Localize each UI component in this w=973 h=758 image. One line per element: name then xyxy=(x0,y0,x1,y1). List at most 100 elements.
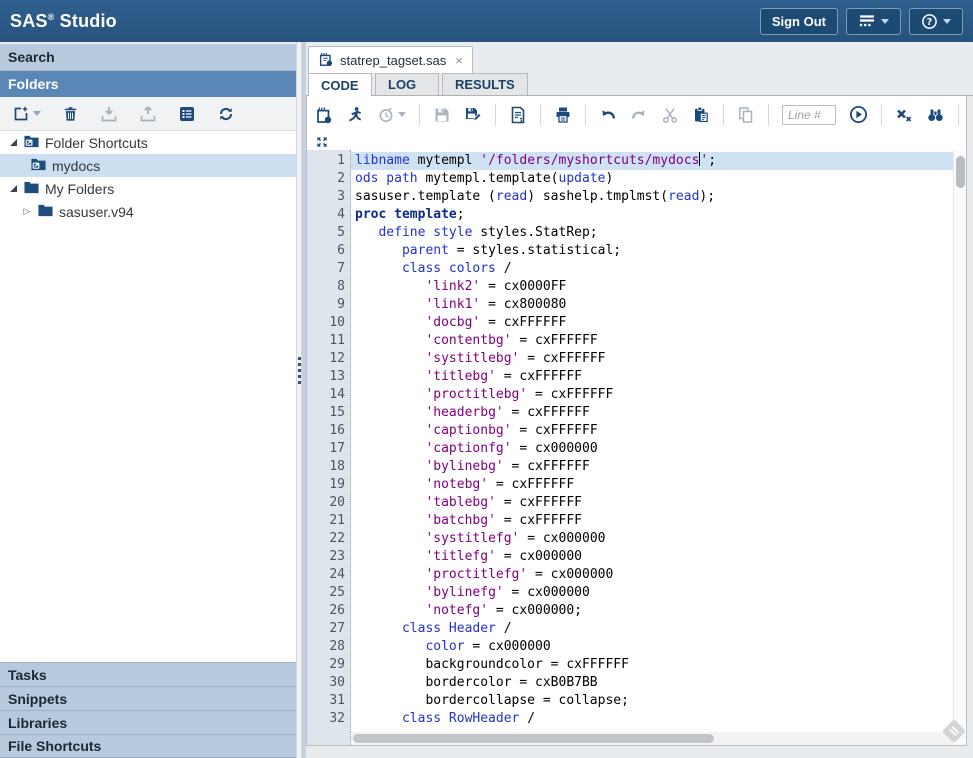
maximize-view-button[interactable] xyxy=(316,136,328,148)
code-line-8[interactable]: 'link2' = cx0000FF xyxy=(351,278,953,296)
print-button[interactable] xyxy=(554,106,572,124)
section-search[interactable]: Search xyxy=(0,44,296,71)
code-line-22[interactable]: 'systitlefg' = cx000000 xyxy=(351,530,953,548)
document-tab[interactable]: statrep_tagset.sas × xyxy=(308,46,473,73)
line-number: 24 xyxy=(307,566,345,584)
expanded-caret-icon[interactable] xyxy=(8,185,18,192)
code-line-18[interactable]: 'bylinebg' = cxFFFFFF xyxy=(351,458,953,476)
code-line-2[interactable]: ods path mytempl.template(update) xyxy=(351,170,953,188)
upload-button[interactable] xyxy=(139,105,157,123)
run-button[interactable] xyxy=(346,106,364,124)
sign-out-label: Sign Out xyxy=(772,14,826,29)
close-tab-icon[interactable]: × xyxy=(455,53,463,68)
code-line-6[interactable]: parent = styles.statistical; xyxy=(351,242,953,260)
download-button[interactable] xyxy=(100,105,118,123)
cut-button[interactable] xyxy=(661,106,679,124)
code-lines[interactable]: libname mytempl '/folders/myshortcuts/my… xyxy=(351,150,953,732)
line-number: 1 xyxy=(307,152,345,170)
tree-item-mydocs[interactable]: mydocs xyxy=(0,154,296,177)
code-line-11[interactable]: 'contentbg' = cxFFFFFF xyxy=(351,332,953,350)
code-line-9[interactable]: 'link1' = cx800080 xyxy=(351,296,953,314)
code-line-30[interactable]: bordercolor = cxB0B7BB xyxy=(351,674,953,692)
code-line-13[interactable]: 'titlebg' = cxFFFFFF xyxy=(351,368,953,386)
section-tasks[interactable]: Tasks xyxy=(0,662,296,686)
code-line-25[interactable]: 'bylinefg' = cx000000 xyxy=(351,584,953,602)
sas-studio-window: SAS® Studio Sign Out ? Search xyxy=(0,0,973,758)
code-line-3[interactable]: sasuser.template (read) sashelp.tmplmst(… xyxy=(351,188,953,206)
code-line-17[interactable]: 'captionfg' = cx000000 xyxy=(351,440,953,458)
vertical-scrollbar[interactable] xyxy=(953,150,966,732)
new-program-button[interactable] xyxy=(315,106,333,124)
toolbar-separator xyxy=(768,104,769,126)
line-number: 8 xyxy=(307,278,345,296)
line-number: 5 xyxy=(307,224,345,242)
code-line-24[interactable]: 'proctitlefg' = cx000000 xyxy=(351,566,953,584)
section-folders[interactable]: Folders xyxy=(0,71,296,97)
code-line-32[interactable]: class RowHeader / xyxy=(351,710,953,728)
code-line-10[interactable]: 'docbg' = cxFFFFFF xyxy=(351,314,953,332)
collapsed-caret-icon[interactable]: ▷ xyxy=(22,207,32,216)
horizontal-scrollbar-thumb[interactable] xyxy=(353,734,714,743)
save-as-button[interactable] xyxy=(464,106,482,124)
code-line-4[interactable]: proc template; xyxy=(351,206,953,224)
section-libraries[interactable]: Libraries xyxy=(0,710,296,734)
find-button[interactable] xyxy=(926,106,945,124)
tree-item-my-folders[interactable]: My Folders xyxy=(0,177,296,200)
help-menu-button[interactable]: ? xyxy=(909,8,963,35)
code-line-16[interactable]: 'captionbg' = cxFFFFFF xyxy=(351,422,953,440)
code-line-21[interactable]: 'batchbg' = cxFFFFFF xyxy=(351,512,953,530)
clear-code-button[interactable] xyxy=(895,106,913,124)
program-code-button[interactable] xyxy=(509,106,527,124)
toolbar-separator xyxy=(881,104,882,126)
horizontal-scrollbar[interactable] xyxy=(351,732,953,745)
code-line-23[interactable]: 'titlefg' = cx000000 xyxy=(351,548,953,566)
code-line-19[interactable]: 'notebg' = cxFFFFFF xyxy=(351,476,953,494)
code-line-28[interactable]: color = cx000000 xyxy=(351,638,953,656)
line-number-input[interactable] xyxy=(782,105,836,125)
copy-button[interactable] xyxy=(737,106,755,124)
upload-icon xyxy=(139,105,157,123)
binoculars-icon xyxy=(926,106,945,124)
refresh-button[interactable] xyxy=(217,105,235,123)
line-number: 30 xyxy=(307,674,345,692)
code-line-15[interactable]: 'headerbg' = cxFFFFFF xyxy=(351,404,953,422)
code-editor[interactable]: 1234567891011121314151617181920212223242… xyxy=(307,150,966,732)
tab-log[interactable]: LOG xyxy=(375,73,439,95)
tab-code[interactable]: CODE xyxy=(308,73,372,96)
submission-history-button[interactable] xyxy=(377,106,406,124)
go-to-line-button[interactable] xyxy=(849,105,868,124)
code-line-20[interactable]: 'tablebg' = cxFFFFFF xyxy=(351,494,953,512)
vertical-scrollbar-thumb[interactable] xyxy=(956,156,965,188)
section-snippets[interactable]: Snippets xyxy=(0,686,296,710)
help-icon: ? xyxy=(921,13,938,30)
properties-button[interactable] xyxy=(178,105,196,123)
splitter-handle[interactable] xyxy=(296,42,302,758)
section-file-shortcuts[interactable]: File Shortcuts xyxy=(0,734,296,758)
delete-button[interactable] xyxy=(62,105,79,123)
code-line-27[interactable]: class Header / xyxy=(351,620,953,638)
code-line-1[interactable]: libname mytempl '/folders/myshortcuts/my… xyxy=(351,152,953,170)
expanded-caret-icon[interactable] xyxy=(8,139,18,146)
code-line-31[interactable]: bordercollapse = collapse; xyxy=(351,692,953,710)
resize-grip[interactable] xyxy=(937,715,971,754)
code-line-26[interactable]: 'notefg' = cx000000; xyxy=(351,602,953,620)
more-menu-button[interactable] xyxy=(846,8,901,35)
new-button[interactable] xyxy=(12,105,41,123)
code-line-5[interactable]: define style styles.StatRep; xyxy=(351,224,953,242)
code-line-7[interactable]: class colors / xyxy=(351,260,953,278)
code-line-29[interactable]: backgroundcolor = cxFFFFFF xyxy=(351,656,953,674)
undo-button[interactable] xyxy=(599,106,617,124)
redo-button[interactable] xyxy=(630,106,648,124)
menu-icon xyxy=(858,13,876,29)
paste-button[interactable] xyxy=(692,106,710,124)
save-button[interactable] xyxy=(433,106,451,124)
run-icon xyxy=(346,106,364,124)
tree-item-folder-shortcuts[interactable]: Folder Shortcuts xyxy=(0,131,296,154)
code-line-12[interactable]: 'systitlebg' = cxFFFFFF xyxy=(351,350,953,368)
code-line-14[interactable]: 'proctitlebg' = cxFFFFFF xyxy=(351,386,953,404)
tab-results[interactable]: RESULTS xyxy=(442,73,528,95)
code-editor-panel: 1234567891011121314151617181920212223242… xyxy=(306,96,967,746)
sign-out-button[interactable]: Sign Out xyxy=(760,8,838,35)
app-title-studio: Studio xyxy=(54,11,116,31)
tree-item-sasuser-v94[interactable]: ▷ sasuser.v94 xyxy=(0,200,296,223)
